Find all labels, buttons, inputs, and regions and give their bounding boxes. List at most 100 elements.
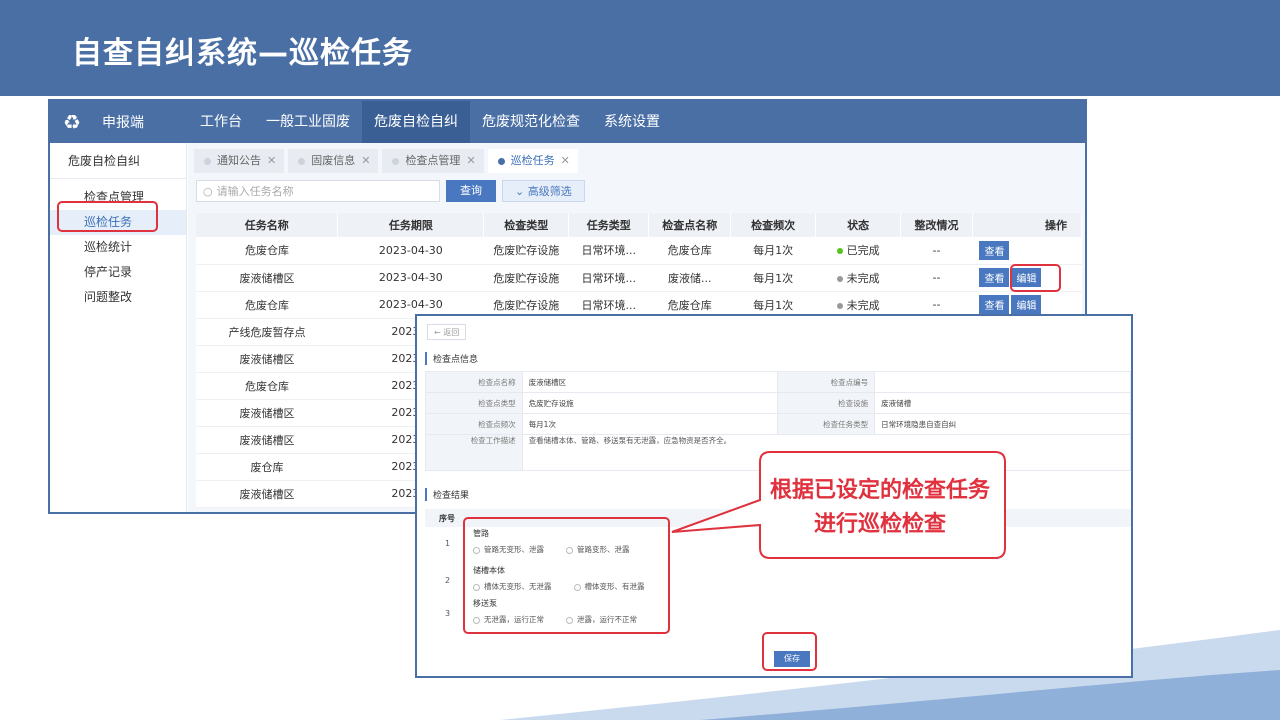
sidebar-item-rectification[interactable]: 问题整改 [50,285,186,310]
advanced-filter-label: 高级筛选 [527,185,572,198]
tab-notices[interactable]: 通知公告 ✕ [194,149,285,173]
view-button[interactable]: 查看 [979,295,1010,314]
radio-label: 管路变形、泄露 [577,545,630,554]
radio-option[interactable]: 管路变形、泄露 [566,544,630,555]
nav-workbench[interactable]: 工作台 [188,101,254,143]
table-cell: 废液储槽区 [196,480,338,508]
nav-standard-check[interactable]: 危废规范化检查 [470,101,592,143]
table-cell: 2023-04-30 [337,237,484,265]
result-seq: 2 [445,576,451,585]
radio-label: 无泄露，运行正常 [484,615,544,624]
table-header: 任务名称 任务期限 检查类型 任务类型 检查点名称 检查频次 状态 整改情况 操作 [196,213,1083,237]
table-cell: 废液储槽区 [196,264,338,292]
check-item-title: 管路 [473,529,489,538]
save-button[interactable]: 保存 [774,651,810,667]
radio-icon[interactable] [566,546,573,554]
recycle-icon: ♻ [63,110,81,134]
table-cell: 废液储槽区 [196,399,338,427]
sidebar-item-patrol-tasks[interactable]: 巡检任务 [50,210,186,235]
nav-settings[interactable]: 系统设置 [592,101,672,143]
edit-button[interactable]: 编辑 [1011,295,1042,314]
radio-icon[interactable] [473,616,480,624]
column-header: 整改情况 [900,213,973,237]
radio-option[interactable]: 槽体无变形、无泄露 [473,581,552,592]
radio-option[interactable]: 管路无变形、泄露 [473,544,544,555]
radio-option[interactable]: 无泄露，运行正常 [473,614,544,625]
view-button[interactable]: 查看 [979,268,1010,287]
table-cell: 危废贮存设施 [483,237,569,265]
radio-label: 管路无变形、泄露 [484,545,544,554]
nav-self-check[interactable]: 危废自检自纠 [362,101,470,143]
tab-bar: 通知公告 ✕ 固废信息 ✕ 检查点管理 ✕ 巡检任务 ✕ [188,143,1085,173]
table-cell: 产线危废暂存点 [196,318,338,346]
info-label: 检查点频次 [425,413,523,435]
result-seq: 3 [445,609,451,618]
info-label: 检查点类型 [425,392,523,414]
info-label: 检查点编号 [777,371,876,393]
view-button[interactable]: 查看 [979,240,1010,260]
sidebar-item-patrol-stats[interactable]: 巡检统计 [50,235,186,260]
info-label: 检查任务类型 [777,413,876,435]
back-button[interactable]: ← 返回 [427,324,467,340]
check-item-title: 储槽本体 [473,566,505,575]
info-section-title: 检查点信息 [425,352,478,365]
close-icon[interactable]: ✕ [267,149,276,173]
close-icon[interactable]: ✕ [561,149,570,173]
close-icon[interactable]: ✕ [361,149,370,173]
radio-label: 槽体无变形、无泄露 [484,582,552,591]
sidebar-item-shutdown-records[interactable]: 停产记录 [50,260,186,285]
column-header: 检查类型 [483,213,570,237]
table-cell: 危废仓库 [648,237,731,265]
radio-icon[interactable] [573,583,581,591]
table-cell: 危废贮存设施 [483,264,569,292]
radio-icon[interactable] [566,616,573,624]
advanced-filter-button[interactable]: ⌄ 高级筛选 [502,180,585,202]
result-seq: 1 [445,539,451,548]
table-cell: 每月1次 [730,264,816,292]
info-value: 日常环境隐患自查自纠 [874,413,1131,435]
tab-dot-icon [204,157,211,165]
query-button[interactable]: 查询 [446,180,496,202]
column-header: 检查频次 [730,213,817,237]
table-cell: 每月1次 [730,237,816,265]
info-value [874,371,1131,393]
table-cell: 2023-04-30 [337,264,484,292]
column-header: 操作 [972,213,1083,237]
tab-label: 通知公告 [217,154,261,167]
column-header: 任务类型 [568,213,650,237]
table-cell: -- [900,264,973,292]
tab-label: 检查点管理 [405,154,461,167]
edit-button[interactable]: 编辑 [1011,268,1042,287]
radio-icon[interactable] [473,546,480,554]
table-cell: 废液储槽区 [196,426,338,454]
radio-option[interactable]: 槽体变形、有泄露 [573,581,645,592]
info-value: 危废贮存设施 [521,392,779,414]
tab-patrol-tasks[interactable]: 巡检任务 ✕ [487,149,578,173]
result-section-title: 检查结果 [425,488,469,501]
nav-general-waste[interactable]: 一般工业固废 [254,101,362,143]
tab-waste-info[interactable]: 固废信息 ✕ [288,149,379,173]
tab-label: 固废信息 [311,154,356,167]
status-dot-icon [836,248,843,255]
search-icon: ○ [203,184,213,198]
check-item-title: 移送泵 [473,599,497,608]
status-text: 已完成 [846,244,880,258]
info-row: 检查工作描述 查看储槽本体、管路、移送泵有无泄露，应急物资是否齐全。 [425,434,1131,471]
radio-option[interactable]: 泄露，运行不正常 [566,614,637,625]
radio-icon[interactable] [473,583,480,591]
info-row: 检查点名称 废液储槽区 检查点编号 [425,371,1131,393]
radio-label: 槽体变形、有泄露 [584,582,645,591]
check-item-group: 移送泵无泄露，运行正常 泄露，运行不正常 [473,598,659,625]
sidebar-item-checkpoints[interactable]: 检查点管理 [50,185,186,210]
table-cell: 日常环境... [568,264,649,292]
tab-dot-icon [497,157,505,165]
info-value: 废液储槽 [874,392,1131,414]
tab-label: 巡检任务 [510,154,555,167]
close-icon[interactable]: ✕ [466,149,475,173]
column-header: 任务名称 [196,213,339,237]
table-cell: 危废仓库 [196,291,338,319]
table-cell: 废仓库 [196,453,338,481]
search-input[interactable]: ○ 请输入任务名称 [196,180,440,202]
tab-checkpoints[interactable]: 检查点管理 ✕ [382,149,484,173]
table-actions: 查看 [972,237,1082,265]
